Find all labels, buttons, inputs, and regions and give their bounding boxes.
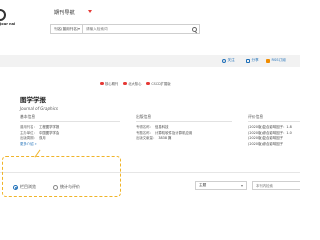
more-intro-link[interactable]: 更多介绍 » — [20, 141, 120, 146]
share-label: 分享 — [251, 58, 259, 62]
badge-icon — [123, 81, 127, 86]
plus-icon — [222, 58, 226, 63]
column-browse-label: 栏目浏览 — [20, 184, 36, 189]
badge-core: 核心期刊 — [100, 81, 118, 86]
info-value: (2020版)综合影响因子：1.0 — [248, 130, 292, 135]
search-button[interactable] — [189, 25, 199, 33]
info-key: 专题名称： — [136, 130, 153, 135]
info-value: (2020版)复合影响因子：1.8 — [248, 125, 292, 130]
stats-evaluation-option[interactable]: 统计与评价 — [53, 184, 80, 190]
info-value: (2020版)综合影响因子 — [248, 142, 284, 147]
badge-icon — [146, 81, 150, 86]
info-row: 出版周期： 双月 — [20, 135, 120, 141]
radio-selected-icon[interactable] — [13, 184, 18, 190]
badge-label: 核心期刊 — [105, 82, 119, 86]
search-box: 刊名(曾用刊名) — [50, 24, 200, 34]
logo-text: Jour nal — [0, 22, 16, 26]
badge-label: CSCD扩展版 — [151, 82, 171, 86]
journal-banner: 关注 分享 RSS订阅 — [0, 55, 300, 67]
annotation-highlight-box — [2, 156, 121, 197]
search-scope-label: 刊名(曾用刊名) — [54, 26, 79, 31]
field-select-label: 主题 — [199, 183, 207, 187]
info-row: 出版文献量： 3838 篇 — [136, 135, 232, 141]
share-icon — [246, 58, 250, 63]
stats-evaluation-label: 统计与评价 — [60, 184, 80, 189]
nav-caret-icon[interactable] — [88, 10, 92, 13]
info-value: (2020版)复合影响因子 — [248, 136, 284, 141]
basic-info-column: 基本信息 曾用刊名： 工程图学学报 主办单位： 中国图学学会 出版周期： 双月 更多介… — [20, 114, 120, 154]
journal-title: 图学学报 — [20, 96, 46, 104]
info-key: 主办单位： — [20, 130, 37, 135]
publication-info-column: 出版信息 专辑名称： 信息科技 专题名称： 计算机软件及计算机应用 出版文献量： 38… — [136, 114, 232, 154]
info-value: 信息科技 — [154, 125, 169, 130]
info-key: 曾用刊名： — [20, 125, 37, 130]
info-value: 计算机软件及计算机应用 — [154, 130, 193, 135]
info-value: 中国图学学会 — [38, 130, 60, 135]
search-input[interactable] — [83, 25, 189, 33]
journal-nav-title[interactable]: 期刊导航 — [54, 9, 75, 16]
info-key: 专辑名称： — [136, 125, 153, 130]
info-row: (2020版)综合影响因子 — [248, 141, 300, 147]
chevron-down-icon — [241, 184, 243, 187]
rss-icon — [266, 58, 270, 63]
badge-cscd: CSCD扩展版 — [146, 81, 171, 86]
badge-icon — [100, 81, 104, 86]
top-navigation: Jour nal 期刊导航 刊名(曾用刊名) — [0, 0, 300, 46]
follow-label: 关注 — [227, 58, 235, 62]
journal-badges: 核心期刊 北大核心 CSCD扩展版 — [100, 81, 171, 86]
badge-label: 北大核心 — [128, 82, 142, 86]
site-logo[interactable] — [0, 9, 10, 23]
badge-pku: 北大核心 — [123, 81, 141, 86]
evaluation-info-column: 评价信息 (2020版)复合影响因子：1.8 (2020版)综合影响因子：1.0… — [248, 114, 300, 154]
share-button[interactable]: 分享 — [246, 58, 259, 63]
basic-info-heading: 基本信息 — [20, 114, 120, 122]
rss-label: RSS订阅 — [271, 58, 286, 62]
info-value: 工程图学学报 — [38, 125, 60, 130]
logo-ring-icon — [0, 9, 6, 21]
search-icon — [191, 26, 197, 32]
info-value: 3838 篇 — [158, 136, 172, 141]
evaluation-info-heading: 评价信息 — [248, 114, 300, 122]
radio-unselected-icon[interactable] — [53, 184, 58, 190]
in-journal-field-select[interactable]: 主题 — [195, 181, 247, 190]
column-browse-option[interactable]: 栏目浏览 — [13, 184, 36, 190]
chevron-down-icon — [78, 28, 81, 30]
rss-button[interactable]: RSS订阅 — [266, 58, 286, 63]
search-scope-select[interactable]: 刊名(曾用刊名) — [51, 25, 83, 33]
journal-english-title: Journal of Graphics — [20, 106, 58, 111]
info-key: 出版周期： — [20, 136, 37, 141]
publication-info-heading: 出版信息 — [136, 114, 232, 122]
info-value: 双月 — [38, 136, 46, 141]
info-key: 出版文献量： — [136, 136, 157, 141]
in-journal-search-input[interactable] — [252, 181, 300, 190]
follow-button[interactable]: 关注 — [222, 58, 235, 63]
